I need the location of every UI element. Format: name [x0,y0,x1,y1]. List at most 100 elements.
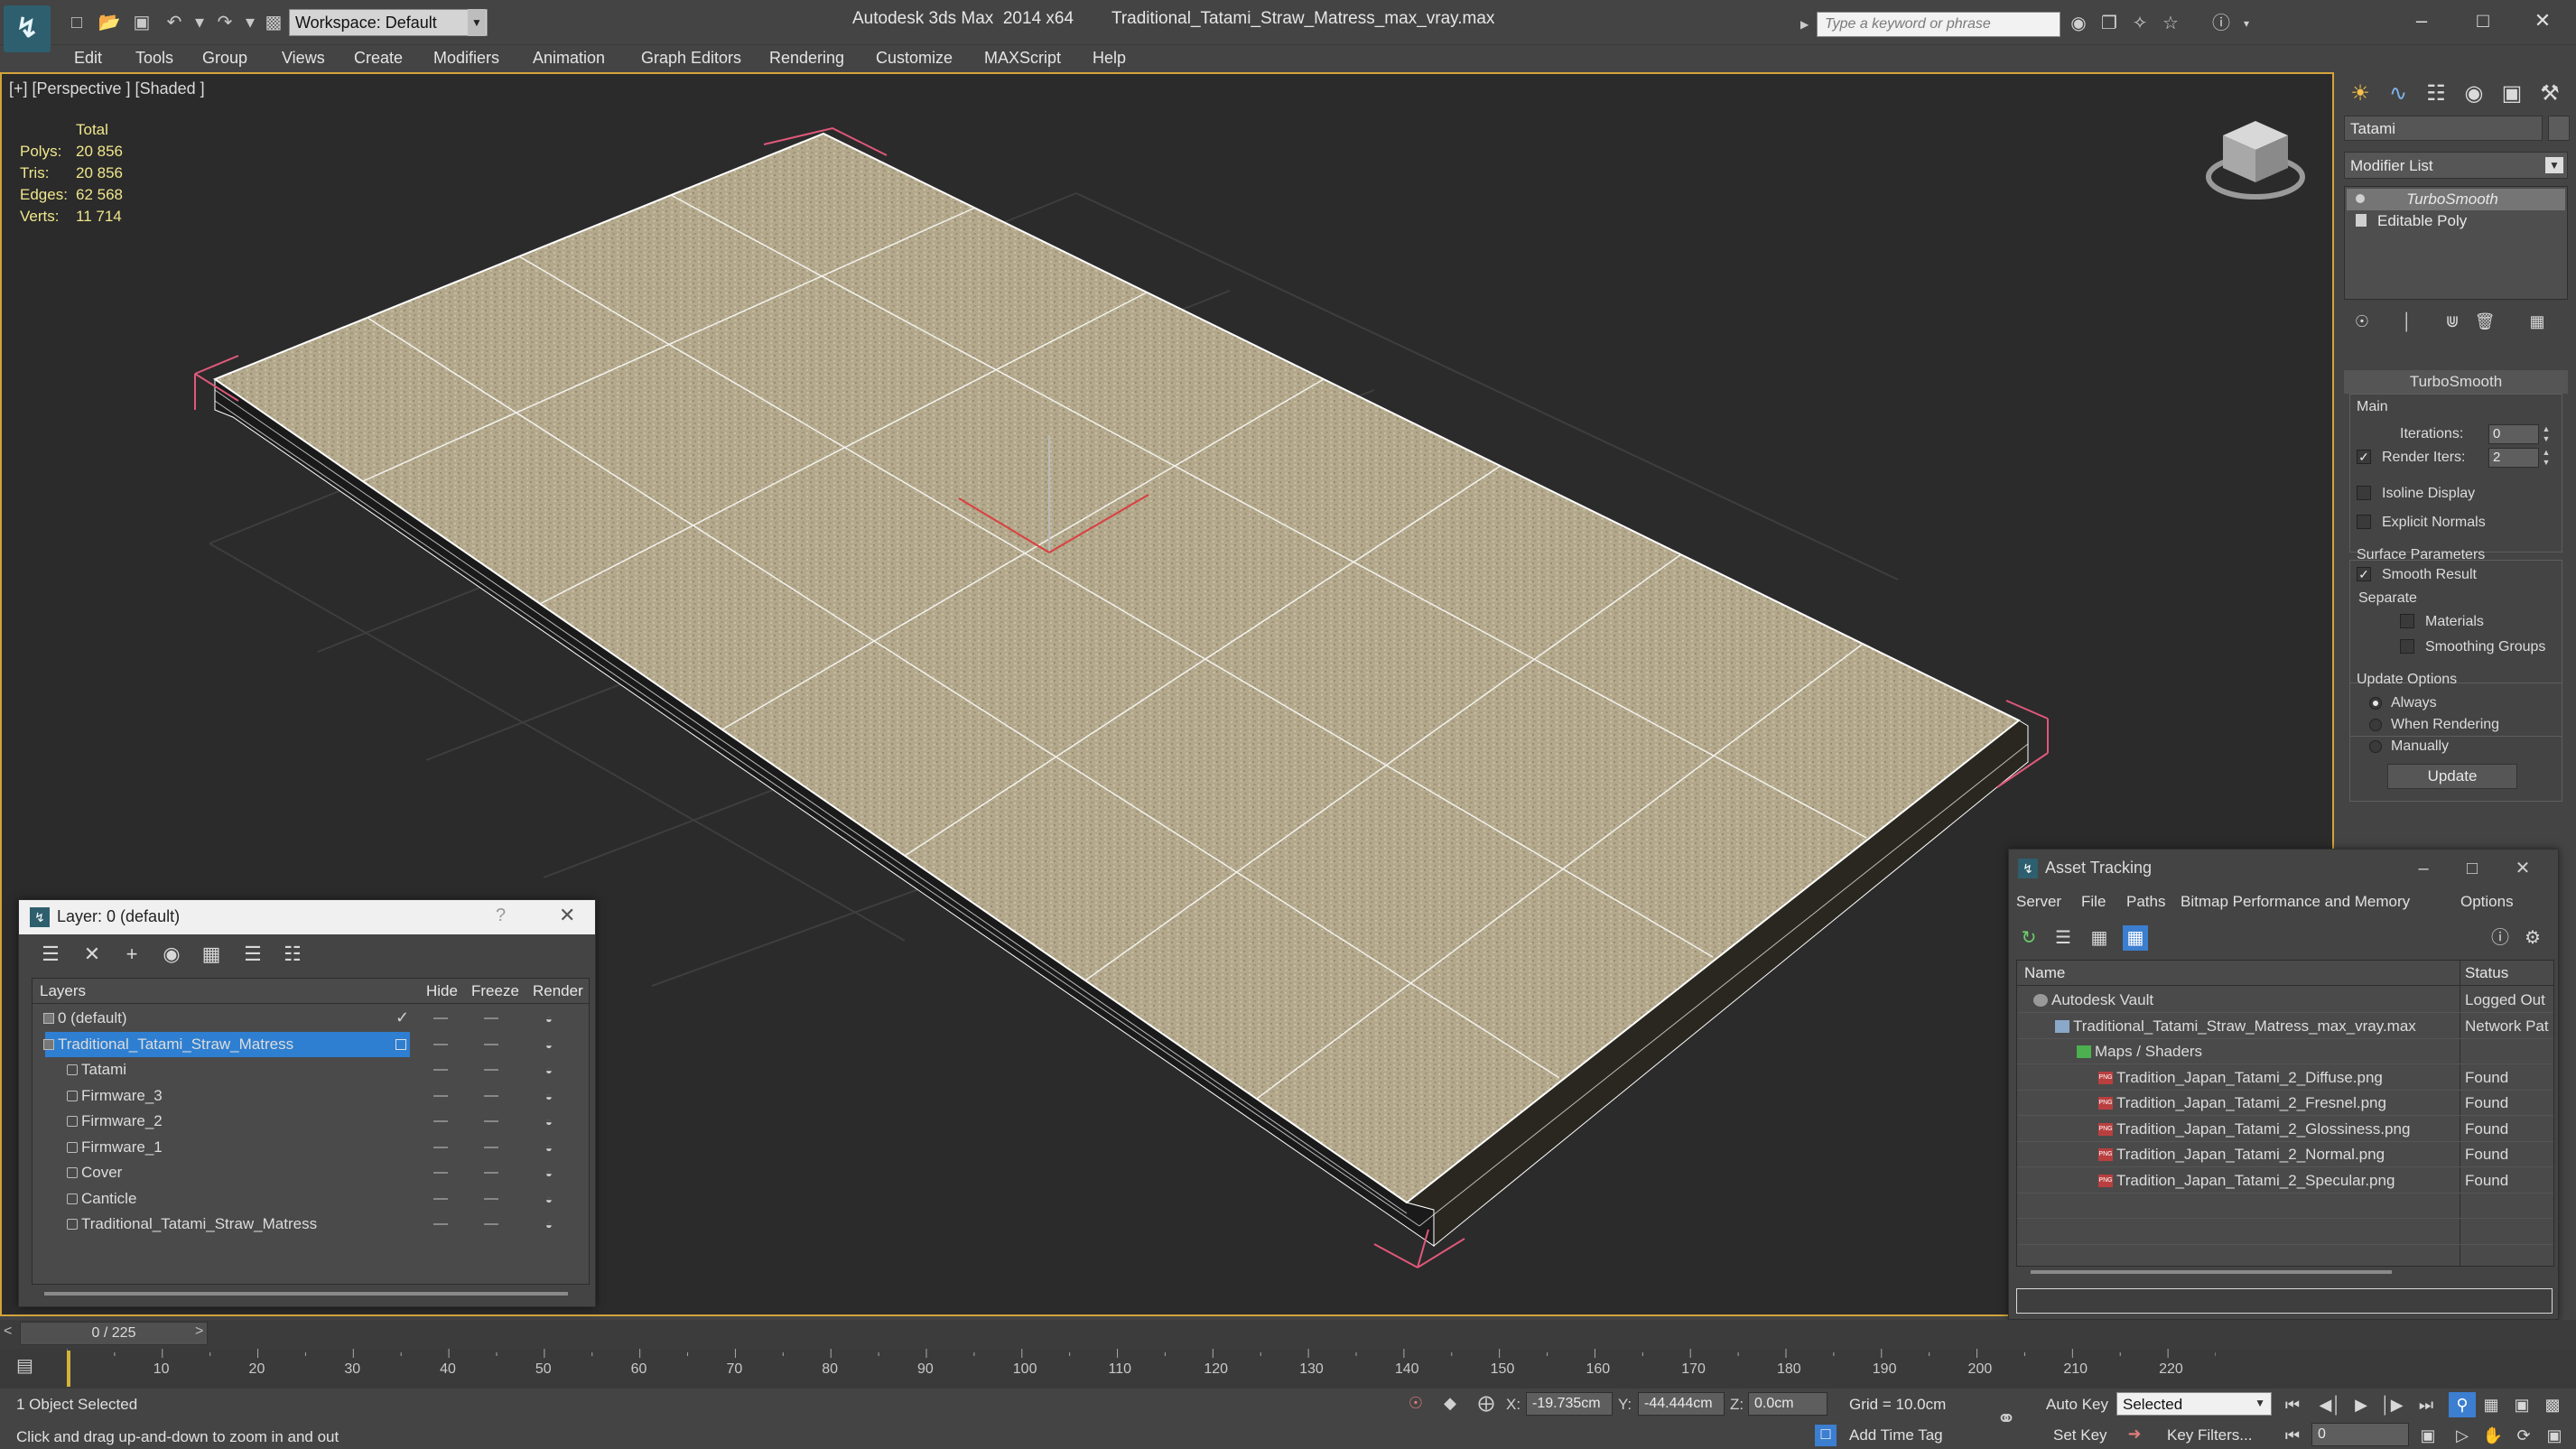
make-unique-icon[interactable]: ⋓ [2436,309,2469,334]
hide-toggle[interactable] [433,1146,448,1148]
set-current-layer-checkbox[interactable] [395,1038,406,1050]
field-of-view-icon[interactable]: ▷ [2449,1423,2476,1448]
close-icon[interactable]: ✕ [2516,5,2570,36]
hierarchy-tab-icon[interactable]: ☷ [2418,78,2454,110]
lock-selection-icon[interactable]: ◆ [1439,1394,1461,1416]
spinner-arrows-icon[interactable]: ▲ ▼ [2541,424,2552,444]
redo-dropdown-icon[interactable]: ▾ [238,11,262,34]
workspace-dropdown-button[interactable]: ▼ [468,9,486,36]
display-tab-icon[interactable]: ▣ [2494,78,2530,110]
select-layer-icon[interactable]: ▦ [198,942,225,967]
undo-icon[interactable]: ↶ [163,11,186,34]
next-frame-icon[interactable]: │▶ [2378,1392,2405,1417]
menu-file[interactable]: File [2081,893,2106,911]
search-expand-icon[interactable]: ▶ [1800,12,1815,37]
show-end-result-icon[interactable]: │ [2391,309,2423,334]
hide-toggle[interactable] [433,1017,448,1019]
hide-toggle[interactable] [433,1223,448,1225]
freeze-toggle[interactable] [484,1094,498,1097]
mini-curve-editor-icon[interactable]: ▤ [16,1354,43,1378]
menu-paths[interactable]: Paths [2126,893,2165,911]
asset-row[interactable]: PNG Tradition_Japan_Tatami_2_Fresnel.png F… [2017,1091,2553,1116]
iterations-spinner[interactable]: 0 [2488,424,2539,444]
zoom-all-icon[interactable]: ▦ [2478,1392,2505,1417]
separate-materials-checkbox[interactable] [2400,614,2414,628]
x-coordinate-field[interactable]: -19.735cm [1526,1392,1613,1416]
configure-modifier-sets-icon[interactable]: ▦ [2521,309,2553,334]
binoculars-icon[interactable]: ◉ [2066,13,2091,34]
menu-bitmap-performance[interactable]: Bitmap Performance and Memory [2181,893,2410,911]
update-when-rendering-radio[interactable] [2369,719,2382,731]
freeze-toggle[interactable] [484,1069,498,1071]
help-icon[interactable]: ⓘ [2488,925,2513,951]
hide-toggle[interactable] [433,1043,448,1045]
project-folder-icon[interactable]: ▩ [262,11,285,34]
hide-toggle[interactable] [433,1197,448,1200]
remove-modifier-icon[interactable]: 🗑 [2469,309,2501,334]
menu-maxscript[interactable]: MAXScript [984,45,1061,70]
search-input[interactable]: Type a keyword or phrase [1817,12,2060,37]
help-dropdown-icon[interactable]: ▾ [2234,13,2259,34]
menu-graph-editors[interactable]: Graph Editors [641,45,741,70]
spinner-arrows-icon[interactable]: ▲ ▼ [2541,448,2552,468]
maximize-viewport-icon[interactable]: ▣ [2541,1423,2568,1448]
render-teapot-icon[interactable]: ◒ [545,1218,560,1231]
key-filters-button[interactable]: Key Filters... [2167,1426,2252,1444]
zoom-icon[interactable]: ⚲ [2449,1392,2476,1417]
freeze-toggle[interactable] [484,1120,498,1122]
asset-row[interactable]: PNG Tradition_Japan_Tatami_2_Diffuse.png F… [2017,1065,2553,1091]
zoom-extents-icon[interactable]: ▣ [2508,1392,2535,1417]
update-always-radio[interactable] [2369,697,2382,710]
pan-icon[interactable]: ✋ [2479,1423,2506,1448]
asset-path-field[interactable] [2016,1288,2553,1314]
time-configuration-icon[interactable]: ▣ [2414,1423,2441,1448]
add-layer-icon[interactable]: + [118,942,145,967]
layer-object-row[interactable]: Canticle ◒ [33,1186,589,1212]
hide-toggle[interactable] [433,1069,448,1071]
auto-key-button[interactable]: Auto Key [2046,1396,2108,1414]
app-logo-icon[interactable]: ↯ [4,5,51,52]
layer-object-row[interactable]: Firmware_1 ◒ [33,1135,589,1160]
key-mode-toggle-icon[interactable]: ⏮ [2279,1423,2306,1448]
viewport-label[interactable]: [+] [Perspective ] [Shaded ] [9,79,205,98]
pin-icon[interactable]: ☉ [1405,1394,1427,1416]
delete-layer-icon[interactable]: ✕ [79,942,106,967]
update-button[interactable]: Update [2387,764,2517,789]
hide-all-icon[interactable]: ☷ [279,942,306,967]
render-teapot-icon[interactable]: ◒ [545,1115,560,1129]
render-teapot-icon[interactable]: ◒ [545,1038,560,1052]
turbosmooth-rollout-header[interactable]: TurboSmooth [2344,370,2568,394]
asset-row[interactable]: Maps / Shaders [2017,1039,2553,1064]
layer-row[interactable]: Traditional_Tatami_Straw_Matress ◒ [33,1031,589,1057]
render-teapot-icon[interactable]: ◒ [545,1064,560,1077]
viewcube-icon[interactable] [2203,114,2308,204]
play-icon[interactable]: ▶ [2348,1392,2375,1417]
hide-toggle[interactable] [433,1172,448,1174]
menu-customize[interactable]: Customize [876,45,953,70]
time-tag-icon[interactable]: □ [1815,1425,1837,1446]
add-time-tag[interactable]: Add Time Tag [1849,1426,1943,1444]
stack-item-editable-poly[interactable]: Editable Poly [2347,210,2565,232]
lightbulb-icon[interactable] [2356,194,2365,203]
menu-modifiers[interactable]: Modifiers [433,45,499,70]
object-color-swatch[interactable] [2548,116,2570,141]
render-iters-checkbox[interactable]: ✓ [2357,450,2371,464]
object-name-field[interactable]: Tatami [2344,116,2543,141]
asset-row[interactable]: PNG Tradition_Japan_Tatami_2_Glossiness.p… [2017,1117,2553,1142]
menu-edit[interactable]: Edit [74,45,102,70]
smooth-result-checkbox[interactable]: ✓ [2357,567,2371,581]
motion-tab-icon[interactable]: ◉ [2456,78,2492,110]
asset-row[interactable]: PNG Tradition_Japan_Tatami_2_Normal.png Fo… [2017,1142,2553,1167]
hide-toggle[interactable] [433,1094,448,1097]
key-icon[interactable]: ⚭ [1995,1405,2017,1432]
isoline-display-checkbox[interactable] [2357,486,2371,500]
vault-help-icon[interactable]: ⚙ [2520,925,2545,951]
freeze-toggle[interactable] [484,1172,498,1174]
refresh-icon[interactable]: ↻ [2016,925,2041,951]
redo-icon[interactable]: ↷ [213,11,237,34]
help-icon[interactable]: ? [496,906,506,926]
maximize-icon[interactable]: □ [2456,5,2510,36]
layer-object-row[interactable]: Tatami ◒ [33,1057,589,1082]
help-icon[interactable]: ⓘ [2209,13,2234,34]
stack-item-turbosmooth[interactable]: TurboSmooth [2347,189,2565,210]
